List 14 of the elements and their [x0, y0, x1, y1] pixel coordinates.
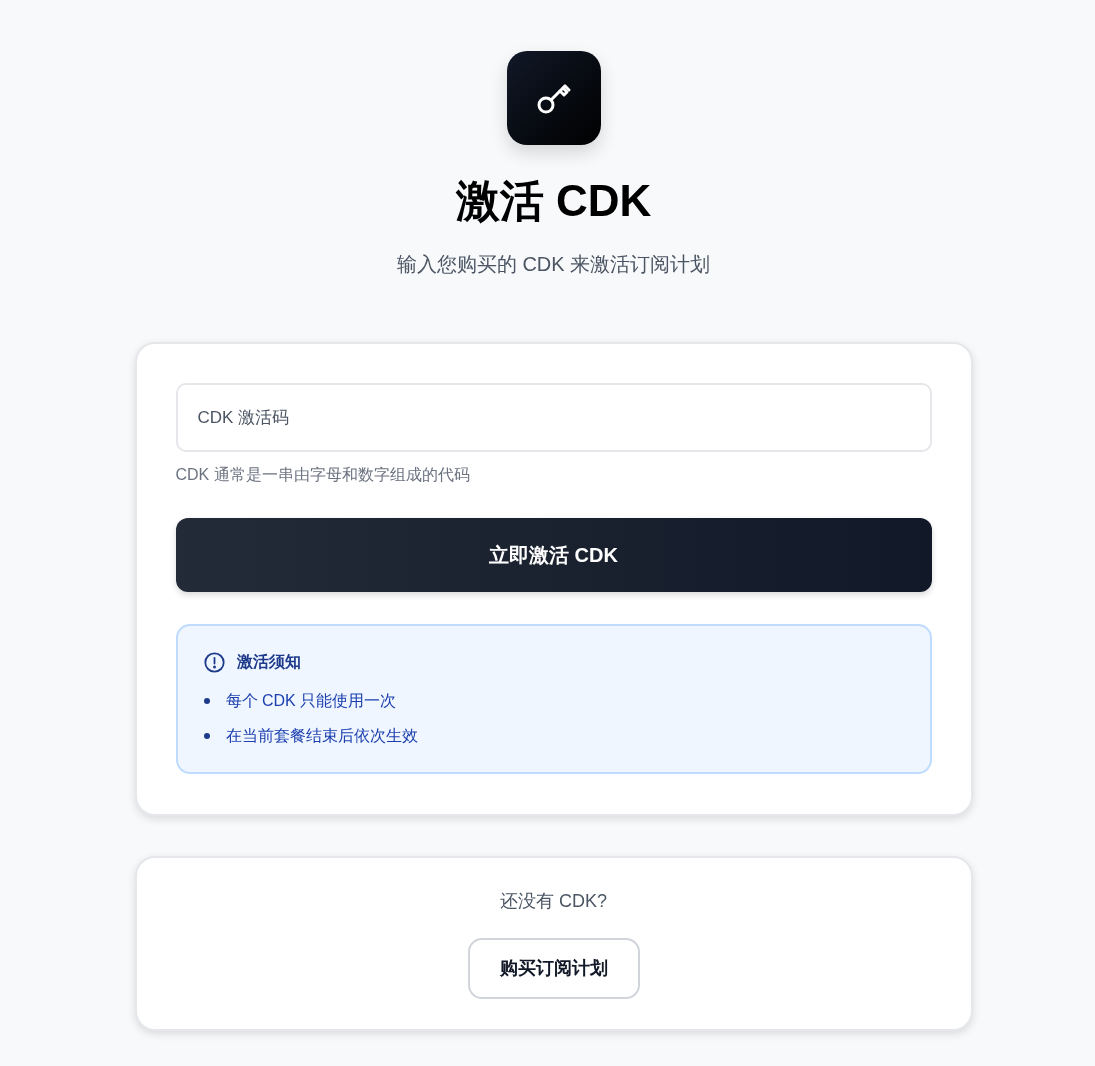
- page-title: 激活 CDK: [455, 175, 652, 227]
- input-hint: CDK 通常是一串由字母和数字组成的代码: [175, 465, 471, 485]
- buy-plan-button[interactable]: 购买订阅计划: [467, 938, 640, 999]
- cdk-input-field[interactable]: CDK 激活码: [175, 383, 932, 452]
- activate-button[interactable]: 立即激活 CDK: [175, 518, 932, 592]
- page-subtitle: 输入您购买的 CDK 来激活订阅计划: [396, 252, 711, 277]
- key-logo-icon: [506, 51, 601, 145]
- notice-item: 每个 CDK 只能使用一次: [225, 691, 397, 711]
- info-icon: [203, 651, 225, 673]
- purchase-prompt: 还没有 CDK?: [500, 890, 607, 913]
- bullet-icon: [203, 698, 210, 704]
- notice-item: 在当前套餐结束后依次生效: [225, 726, 418, 746]
- bullet-icon: [203, 733, 210, 739]
- notice-title: 激活须知: [236, 652, 301, 672]
